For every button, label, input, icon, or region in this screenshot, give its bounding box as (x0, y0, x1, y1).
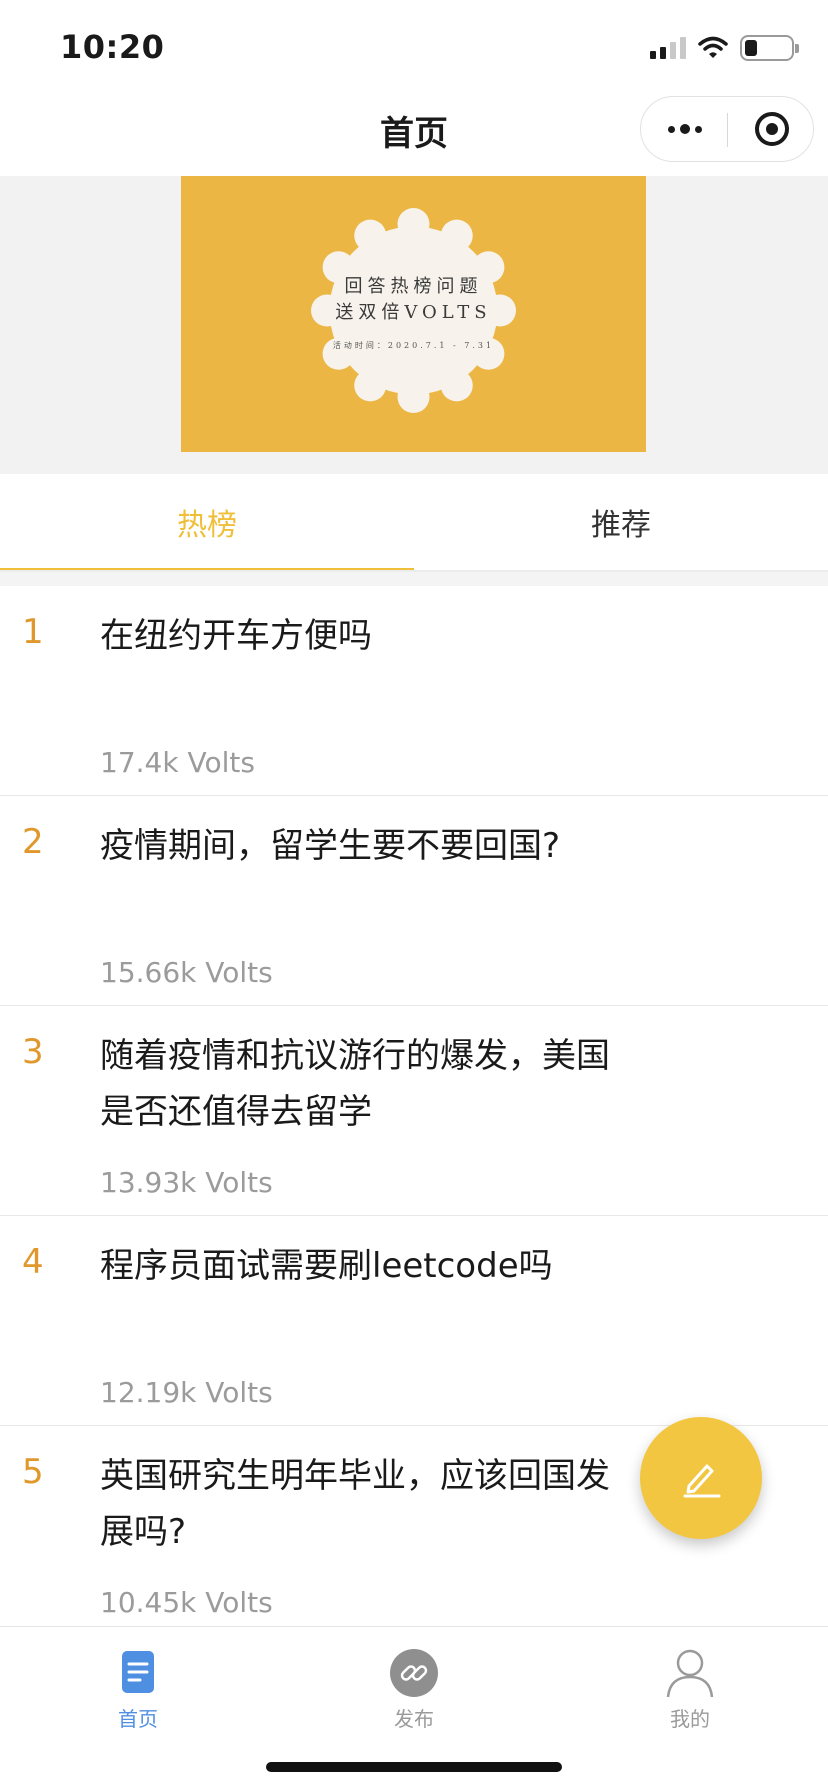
banner-headline: 回答热榜问题 (344, 276, 483, 297)
section-gap (0, 572, 828, 586)
list-item[interactable]: 2 疫情期间，留学生要不要回国? 15.66k Volts (0, 796, 828, 1006)
status-time: 10:20 (60, 28, 165, 66)
battery-icon (740, 35, 799, 61)
tabbar-label: 发布 (394, 1707, 434, 1731)
list-item[interactable]: 4 程序员面试需要刷leetcode吗 12.19k Volts (0, 1216, 828, 1426)
banner-subheadline: 送双倍VOLTS (335, 302, 492, 323)
user-icon (666, 1649, 714, 1698)
question-title[interactable]: 在纽约开车方便吗 (100, 608, 620, 664)
question-title[interactable]: 英国研究生明年毕业，应该回国发展吗? (100, 1448, 620, 1560)
tabbar-home[interactable]: 首页 (0, 1637, 276, 1737)
question-title[interactable]: 疫情期间，留学生要不要回国? (100, 818, 620, 874)
target-icon[interactable] (728, 97, 815, 161)
signal-icon (650, 37, 686, 59)
tabbar-publish[interactable]: 发布 (276, 1637, 552, 1737)
volts-count: 17.4k Volts (100, 746, 255, 779)
mini-program-capsule (640, 96, 814, 162)
more-icon[interactable] (641, 97, 728, 161)
banner-area: 回答热榜问题 送双倍VOLTS 活动时间：2020.7.1 - 7.31 (0, 176, 828, 474)
question-title[interactable]: 随着疫情和抗议游行的爆发，美国是否还值得去留学 (100, 1028, 620, 1140)
navigation-bar: 首页 (0, 96, 828, 176)
wifi-icon (698, 36, 728, 58)
status-bar: 10:20 (0, 0, 828, 96)
volts-count: 12.19k Volts (100, 1376, 273, 1409)
rank-number: 2 (22, 822, 44, 862)
home-indicator (266, 1762, 562, 1772)
rank-number: 4 (22, 1242, 44, 1282)
compose-button[interactable] (640, 1417, 762, 1539)
rank-number: 3 (22, 1032, 44, 1072)
question-title[interactable]: 程序员面试需要刷leetcode吗 (100, 1238, 620, 1294)
pen-icon (683, 1464, 721, 1498)
list-item[interactable]: 3 随着疫情和抗议游行的爆发，美国是否还值得去留学 13.93k Volts (0, 1006, 828, 1216)
rank-number: 1 (22, 612, 44, 652)
document-icon (122, 1651, 154, 1693)
promo-banner[interactable]: 回答热榜问题 送双倍VOLTS 活动时间：2020.7.1 - 7.31 (181, 176, 646, 452)
tab-hot[interactable]: 热榜 (0, 474, 414, 570)
status-icons (650, 34, 799, 62)
tabbar-label: 首页 (118, 1707, 158, 1731)
volts-count: 15.66k Volts (100, 956, 273, 989)
rank-number: 5 (22, 1452, 44, 1492)
volts-count: 13.93k Volts (100, 1166, 273, 1199)
tabbar-label: 我的 (670, 1707, 710, 1731)
tabbar-profile[interactable]: 我的 (552, 1637, 828, 1737)
tab-strip: 热榜 推荐 (0, 474, 828, 572)
banner-date: 活动时间：2020.7.1 - 7.31 (332, 341, 495, 350)
link-icon (390, 1649, 438, 1697)
volts-count: 10.45k Volts (100, 1586, 273, 1619)
list-item[interactable]: 1 在纽约开车方便吗 17.4k Volts (0, 586, 828, 796)
active-tab-indicator (0, 568, 414, 570)
tab-recommend[interactable]: 推荐 (414, 474, 828, 570)
